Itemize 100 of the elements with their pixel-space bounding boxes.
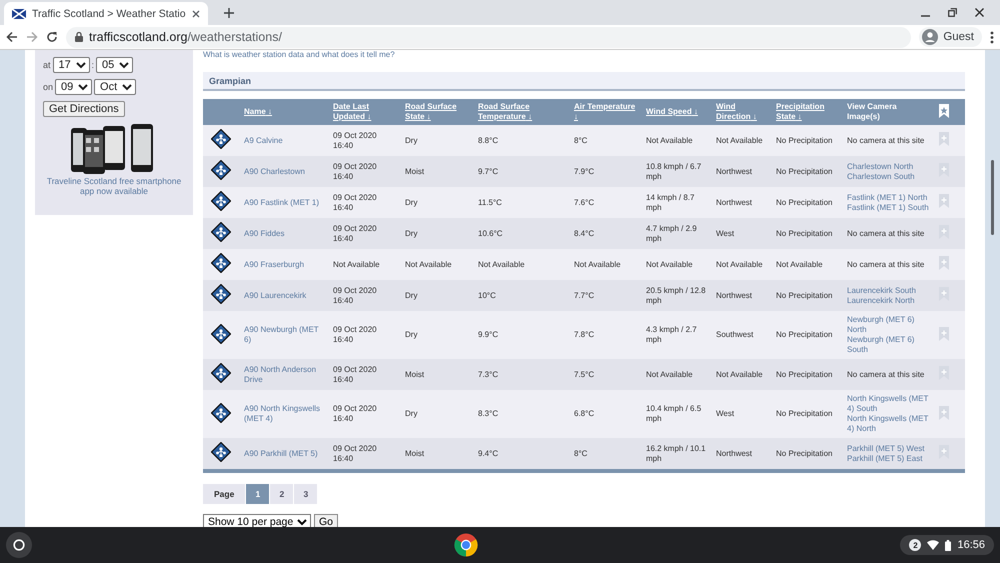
station-link[interactable]: A90 Fiddes [240,218,329,249]
table-cell: Northwest [712,156,772,187]
station-link[interactable]: A9 Calvine [240,125,329,156]
app-promo-link[interactable]: Traveline Scotland free smartphone app now available [43,176,185,196]
camera-link[interactable]: Laurencekirk North [847,296,931,306]
go-button[interactable]: Go [314,514,338,527]
date-label: on [43,82,54,92]
table-cell: Not Available [401,249,474,280]
camera-link[interactable]: Charlestown North [847,162,931,172]
reload-button[interactable] [46,31,58,43]
camera-link[interactable]: Fastlink (MET 1) South [847,202,931,212]
per-page-select[interactable]: Show 10 per page [203,514,311,527]
wifi-icon [927,540,940,550]
day-select[interactable]: 09 [55,79,92,95]
add-bookmark-icon[interactable] [939,256,949,270]
lock-icon [75,32,83,42]
restore-icon[interactable] [948,8,957,17]
status-tray[interactable]: 2 16:56 [900,535,994,555]
table-cell: 14 kmph / 8.7 mph [642,187,712,218]
column-header[interactable]: Name ↓ [240,99,329,125]
table-cell: Dry [401,280,474,311]
profile-button[interactable]: Guest [919,27,982,47]
camera-link[interactable]: Laurencekirk South [847,286,931,296]
station-link[interactable]: A90 Newburgh (MET 6) [240,311,329,359]
get-directions-button[interactable]: Get Directions [43,101,125,117]
address-bar[interactable]: trafficscotland.org/weatherstations/ [66,26,912,48]
table-cell: No camera at this site [843,218,935,249]
close-icon[interactable] [975,8,984,17]
station-link[interactable]: A90 North Anderson Drive [240,359,329,390]
camera-link[interactable]: Newburgh (MET 6) North [847,315,931,335]
add-bookmark-icon[interactable] [939,406,949,420]
weather-station-icon [211,253,231,273]
new-tab-icon[interactable] [224,8,234,18]
table-cell: Not Available [474,249,570,280]
camera-link[interactable]: North Kingswells (MET 4) South [847,394,931,414]
column-header[interactable]: Road Surface Temperature ↓ [474,99,570,125]
add-bookmark-icon[interactable] [939,225,949,239]
add-bookmark-icon[interactable] [939,326,949,340]
hour-select[interactable]: 17 [52,57,90,73]
back-button[interactable] [6,31,18,43]
station-link[interactable]: A90 Parkhill (MET 5) [240,438,329,471]
camera-link[interactable]: Newburgh (MET 6) South [847,335,931,355]
table-cell: 8°C [570,438,642,471]
station-link[interactable]: A90 Fastlink (MET 1) [240,187,329,218]
weather-station-icon [211,284,231,304]
station-link[interactable]: A90 Fraserburgh [240,249,329,280]
table-cell: No Precipitation [772,218,843,249]
add-bookmark-icon[interactable] [939,445,949,459]
browser-tab[interactable]: Traffic Scotland > Weather Statio [4,2,208,25]
battery-icon [945,540,952,550]
camera-link[interactable]: Parkhill (MET 5) West [847,444,931,454]
add-bookmark-icon[interactable] [939,366,949,380]
time-separator: : [92,60,94,70]
time-label: at [43,60,51,70]
minute-select[interactable]: 05 [96,57,134,73]
table-cell: Not Available [329,249,401,280]
launcher-button[interactable] [6,532,32,558]
add-bookmark-icon[interactable] [939,132,949,146]
camera-link[interactable]: North Kingswells (MET 4) North [847,414,931,434]
chrome-icon[interactable] [454,533,478,557]
page-label: Page [203,484,246,504]
add-bookmark-icon[interactable] [939,194,949,208]
column-header[interactable]: Date Last Updated ↓ [329,99,401,125]
camera-link[interactable]: Fastlink (MET 1) North [847,192,931,202]
forward-button[interactable] [26,31,38,43]
page-button[interactable]: 3 [293,484,318,504]
column-header[interactable]: Wind Speed ↓ [642,99,712,125]
table-cell: No camera at this site [843,359,935,390]
scrollbar-thumb[interactable] [991,160,994,235]
bookmark-star-icon[interactable] [939,104,949,118]
column-header[interactable]: Precipitation State ↓ [772,99,843,125]
table-cell: 09 Oct 2020 16:40 [329,359,401,390]
month-select[interactable]: Oct [94,79,136,95]
info-link[interactable]: What is weather station data and what does it tell me? [203,50,395,60]
table-cell: Dry [401,390,474,438]
station-link[interactable]: A90 Laurencekirk [240,280,329,311]
table-cell: 09 Oct 2020 16:40 [329,187,401,218]
table-cell: 7.7°C [570,280,642,311]
camera-link[interactable]: Parkhill (MET 5) East [847,454,931,464]
camera-link[interactable]: Charlestown South [847,172,931,182]
table-cell: 8°C [570,125,642,156]
station-link[interactable]: A90 Charlestown [240,156,329,187]
add-bookmark-icon[interactable] [939,287,949,301]
add-bookmark-icon[interactable] [939,163,949,177]
table-cell: 4.7 kmph / 2.9 mph [642,218,712,249]
column-header[interactable]: Wind Direction ↓ [712,99,772,125]
table-cell: Not Available [712,359,772,390]
table-cell: 8.3°C [474,390,570,438]
table-cell: Northwest [712,438,772,471]
column-header[interactable]: Air Temperature ↓ [570,99,642,125]
station-link[interactable]: A90 North Kingswells (MET 4) [240,390,329,438]
table-cell: Not Available [642,125,712,156]
table-cell: 09 Oct 2020 16:40 [329,390,401,438]
clock: 16:56 [957,539,985,551]
page-button[interactable]: 2 [269,484,294,504]
weather-station-icon [211,442,231,462]
menu-icon[interactable] [990,30,994,44]
column-header[interactable]: Road Surface State ↓ [401,99,474,125]
page-button[interactable]: 1 [245,484,270,504]
table-cell: 7.8°C [570,311,642,359]
